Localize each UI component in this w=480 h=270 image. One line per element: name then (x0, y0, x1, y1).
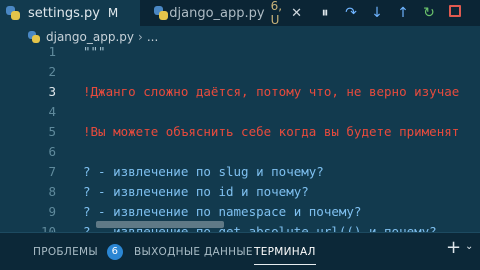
code-line: 8 ? - извлечение по id и почему? (0, 184, 480, 204)
tab-label: settings.py (28, 5, 100, 21)
code-text: !Вы можете объяснить себе когда вы будет… (83, 124, 460, 139)
line-number: 1 (48, 44, 56, 59)
line-number: 2 (48, 64, 56, 79)
line-number: 8 (48, 184, 56, 199)
chevron-right-icon: › (138, 30, 143, 44)
code-line: 9 ? - извлечение по namespace и почему? (0, 204, 480, 224)
tab-problems[interactable]: ПРОБЛЕМЫ 6 (33, 233, 123, 270)
code-text: ? - извлечение по namespace и почему? (83, 204, 362, 219)
tab-bar: settings.py M django_app.py 6, U ✕ ⏸ ↷ ↓… (0, 0, 480, 27)
step-out-icon[interactable]: ↑ (390, 5, 416, 21)
code-line: 5 !Вы можете объяснить себе когда вы буд… (0, 124, 480, 144)
stop-icon[interactable] (442, 5, 468, 21)
line-number: 5 (48, 124, 56, 139)
code-line: 6 (0, 144, 480, 164)
code-text: ? - извлечение по slug и почему? (83, 164, 324, 179)
python-file-icon (6, 6, 20, 20)
tab-output-label: ВЫХОДНЫЕ ДАННЫЕ (134, 245, 253, 258)
tab-problems-label: ПРОБЛЕМЫ (33, 245, 98, 258)
line-number: 4 (48, 104, 56, 119)
breadcrumb-more[interactable]: ... (147, 30, 158, 44)
close-icon[interactable]: ✕ (291, 6, 302, 21)
horizontal-scrollbar[interactable] (96, 221, 224, 228)
pause-icon[interactable]: ⏸ (312, 5, 338, 21)
code-line: 2 (0, 64, 480, 84)
problem-count-indicator: 6, U (270, 0, 283, 27)
line-number: 6 (48, 144, 56, 159)
python-file-icon (154, 6, 169, 20)
line-number: 7 (48, 164, 56, 179)
tab-terminal[interactable]: ТЕРМИНАЛ (254, 233, 316, 270)
code-line: 7 ? - извлечение по slug и почему? (0, 164, 480, 184)
problems-count-badge: 6 (106, 243, 123, 260)
debug-toolbar: ⏸ ↷ ↓ ↑ ↻ (312, 0, 468, 26)
restart-icon[interactable]: ↻ (416, 5, 442, 21)
step-over-icon[interactable]: ↷ (338, 5, 364, 21)
code-text: ? - извлечение по id и почему? (83, 184, 309, 199)
line-number: 9 (48, 204, 56, 219)
code-line: 4 (0, 104, 480, 124)
tab-label: django_app.py (169, 5, 265, 21)
chevron-down-icon[interactable]: ⌄ (465, 241, 473, 252)
tab-terminal-label: ТЕРМИНАЛ (254, 245, 316, 258)
code-text: """ (83, 44, 106, 59)
breadcrumb-file[interactable]: django_app.py (46, 30, 134, 44)
code-line: 3 !Джанго сложно даётся, потому что, не … (0, 84, 480, 104)
code-editor[interactable]: 1 """ 2 3 !Джанго сложно даётся, потому … (0, 44, 480, 239)
tab-output[interactable]: ВЫХОДНЫЕ ДАННЫЕ (134, 233, 253, 270)
step-into-icon[interactable]: ↓ (364, 5, 390, 21)
line-number: 3 (48, 84, 56, 99)
code-text: !Джанго сложно даётся, потому что, не ве… (83, 84, 460, 99)
modified-indicator: M (107, 6, 119, 20)
tab-settings-py[interactable]: settings.py M (0, 0, 140, 26)
tab-django-app-py[interactable]: django_app.py 6, U ✕ (140, 0, 302, 27)
python-file-icon (28, 31, 40, 43)
bottom-panel: ПРОБЛЕМЫ 6 ВЫХОДНЫЕ ДАННЫЕ ТЕРМИНАЛ + ⌄ (0, 232, 480, 270)
code-line: 1 """ (0, 44, 480, 64)
add-terminal-icon[interactable]: + (446, 237, 461, 258)
